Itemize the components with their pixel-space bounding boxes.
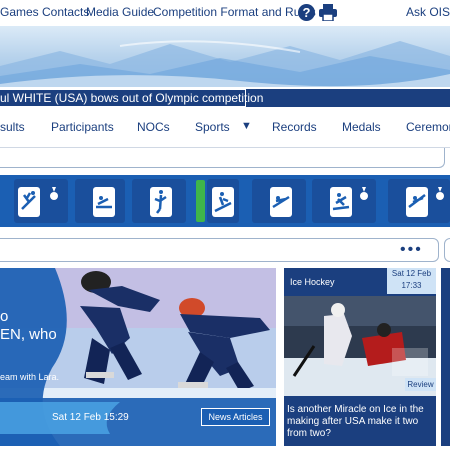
aerials-pictogram-icon [18, 187, 40, 217]
more-options-icon[interactable]: ••• [400, 241, 423, 259]
feature-headline-line2: EN, who [0, 326, 57, 343]
medal-icon [436, 187, 444, 200]
alpine-skiing-pictogram-icon [212, 187, 234, 217]
ask-ois-link[interactable]: Ask OIS [406, 5, 450, 19]
sport-tile[interactable] [132, 179, 186, 223]
main-nav: sults Participants NOCs Sports ▼ Records… [0, 108, 450, 148]
chevron-down-icon[interactable]: ▼ [241, 120, 252, 132]
sport-tile[interactable] [14, 179, 68, 223]
games-contacts-link[interactable]: Games Contacts [0, 5, 89, 19]
side-headline[interactable]: Is another Miracle on Ice in the making … [287, 404, 437, 440]
nav-medals[interactable]: Medals [342, 120, 381, 134]
sport-tile[interactable] [207, 179, 239, 223]
medal-icon [50, 187, 58, 200]
nav-nocs[interactable]: NOCs [137, 120, 170, 134]
nav-ceremonies[interactable]: Ceremoni [406, 120, 450, 134]
nav-records[interactable]: Records [272, 120, 317, 134]
news-ticker[interactable]: ul WHITE (USA) bows out of Olympic compe… [0, 87, 450, 107]
news-articles-button[interactable]: News Articles [201, 408, 270, 426]
sub-nav-bar[interactable] [0, 148, 445, 168]
header-banner [0, 26, 450, 87]
feature-date: Sat 12 Feb 15:29 [52, 412, 129, 423]
next-card-edge[interactable] [441, 268, 450, 446]
side-date-line1: Sat 12 Feb [391, 269, 432, 278]
feature-headline-line1: o [0, 308, 9, 325]
ticker-text[interactable]: ul WHITE (USA) bows out of Olympic compe… [0, 91, 263, 105]
sport-tile[interactable] [75, 179, 125, 223]
bobsleigh-pictogram-icon [93, 187, 115, 217]
scroll-right-button[interactable] [444, 238, 450, 262]
media-guide-link[interactable]: Media Guide [86, 5, 154, 19]
question-circle-icon[interactable]: ? [298, 4, 315, 21]
filter-bar[interactable] [0, 238, 439, 262]
top-links-bar: Games Contacts Media Guide Competition F… [0, 0, 450, 26]
sport-tile[interactable] [312, 179, 376, 223]
side-category: Ice Hockey [290, 277, 335, 287]
ski-jumping-pictogram-icon [406, 187, 428, 217]
nav-results[interactable]: sults [0, 120, 25, 134]
snowboard-pictogram-icon [330, 187, 352, 217]
ski-jumping-pictogram-icon [270, 187, 292, 217]
sport-tile[interactable] [388, 179, 450, 223]
printer-icon[interactable] [318, 4, 338, 22]
side-date-line2: 17:33 [401, 281, 422, 290]
figure-skating-pictogram-icon [150, 187, 172, 217]
competition-format-link[interactable]: Competition Format and Rules [153, 5, 316, 19]
selected-indicator [196, 180, 205, 222]
sport-tile[interactable] [252, 179, 306, 223]
side-date-badge: Sat 12 Feb 17:33 [387, 268, 436, 294]
medal-icon [360, 187, 368, 200]
sports-strip [0, 175, 450, 227]
review-badge: Review [405, 378, 436, 391]
feature-summary: eam with Lara. [0, 372, 60, 382]
nav-participants[interactable]: Participants [51, 120, 114, 134]
nav-sports[interactable]: Sports [195, 120, 230, 134]
